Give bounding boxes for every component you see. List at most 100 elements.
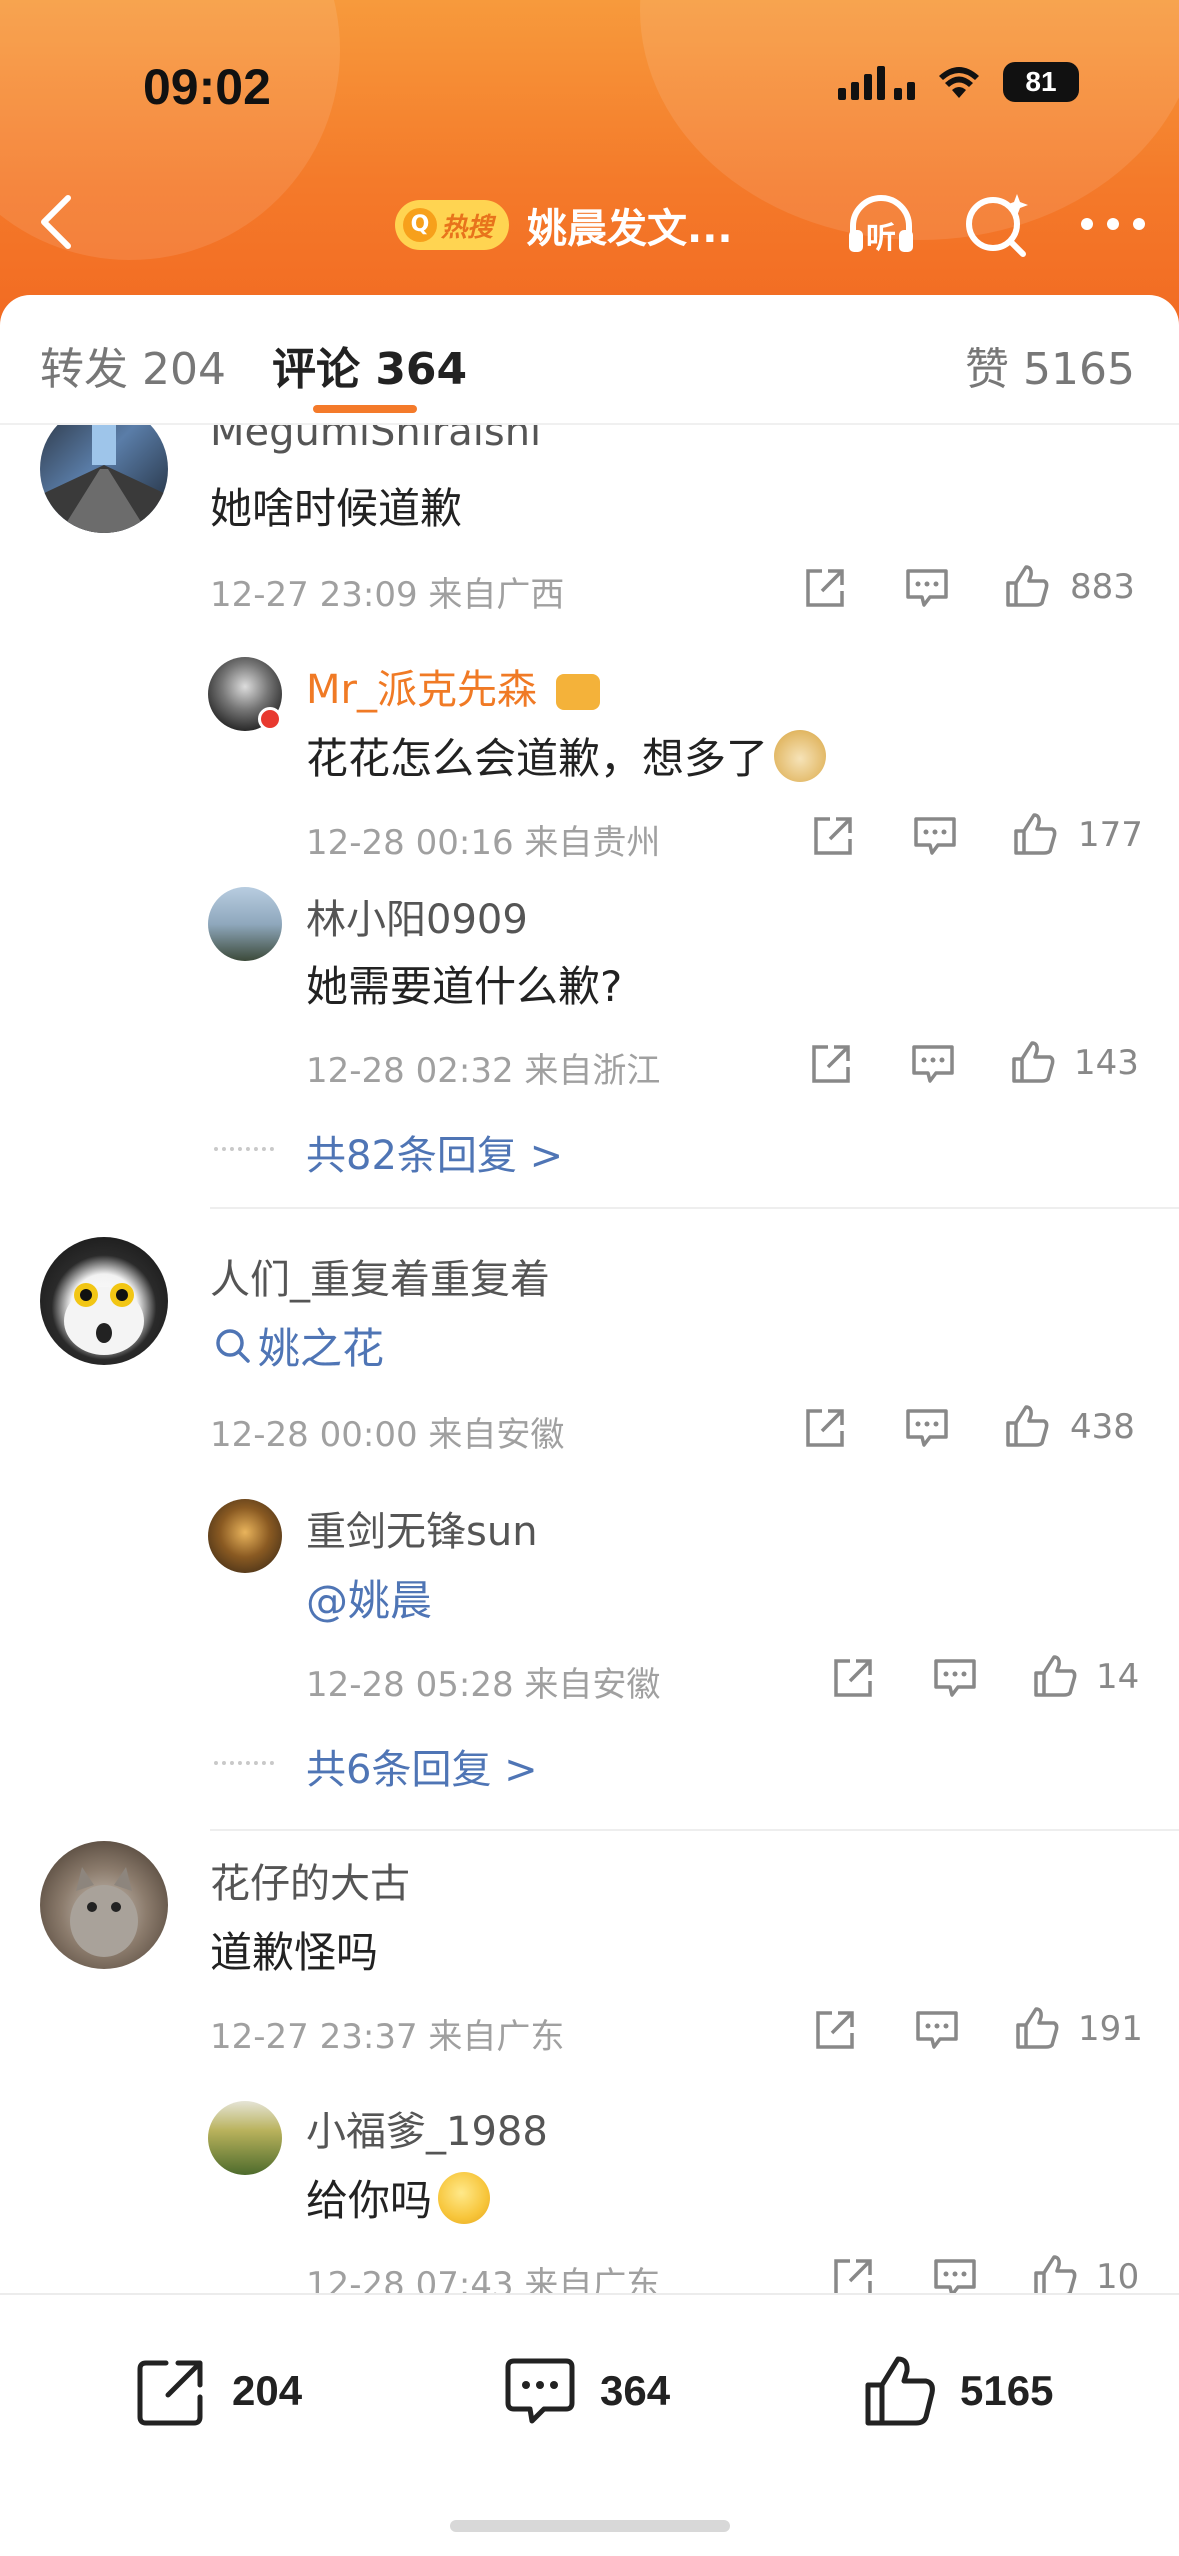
reply-action[interactable]: [910, 1041, 956, 1087]
comment-icon: [934, 2259, 976, 2295]
like-count: 177: [1078, 815, 1143, 855]
back-button[interactable]: [30, 192, 90, 252]
comment-meta: 12-27 23:09 来自广西: [210, 575, 565, 615]
avatar[interactable]: [208, 1499, 282, 1573]
more-replies-link[interactable]: 共6条回复 >: [306, 1737, 538, 1795]
status-time: 09:02: [143, 59, 271, 115]
avatar[interactable]: [208, 2101, 282, 2175]
like-count: 5165: [960, 2367, 1054, 2414]
tab-bar: 转发 204 评论 364 赞 5165: [0, 295, 1179, 425]
tab-comment[interactable]: 评论 364: [272, 333, 467, 397]
avatar[interactable]: [208, 887, 282, 961]
thinking-emoji-icon: [438, 2171, 491, 2224]
repost-action[interactable]: [810, 813, 856, 859]
thumbs-up-icon: [1034, 1655, 1077, 1697]
repost-count: 204: [232, 2367, 303, 2414]
repost-action[interactable]: [802, 565, 848, 611]
like-action[interactable]: [1012, 811, 1058, 857]
listen-button[interactable]: 听: [845, 188, 917, 260]
thumbs-up-icon: [1034, 2255, 1077, 2295]
repost-button[interactable]: 204: [134, 2353, 302, 2429]
like-action[interactable]: [1014, 2005, 1060, 2051]
comment-username[interactable]: 人们_重复着重复着: [210, 1247, 550, 1305]
reply-username[interactable]: 小福爹_1988: [306, 2099, 548, 2157]
like-action[interactable]: [1032, 1653, 1078, 1699]
comment-icon: [934, 1659, 976, 1697]
thumbs-up-icon: [1012, 1041, 1055, 1083]
share-icon: [812, 1045, 850, 1083]
replies-dots: [214, 1761, 274, 1765]
comment-icon: [906, 569, 948, 607]
reply-action[interactable]: [932, 1655, 978, 1701]
share-icon: [814, 817, 852, 855]
thumbs-up-icon: [1006, 565, 1049, 607]
status-icons: 81: [838, 62, 1079, 102]
search-button[interactable]: [961, 188, 1033, 260]
hot-search-badge[interactable]: Q 热搜: [395, 200, 510, 250]
tab-likes[interactable]: 赞 5165: [965, 333, 1135, 397]
home-indicator: [450, 2520, 730, 2532]
repost-action[interactable]: [808, 1041, 854, 1087]
navigation-bar: Q 热搜 姚晨发文... 听: [0, 178, 1179, 268]
comment-username[interactable]: MegumiShiraishi: [210, 425, 541, 455]
avatar[interactable]: [40, 1841, 168, 1969]
title-area[interactable]: Q 热搜 姚晨发文...: [395, 196, 733, 254]
reply-username-text: Mr_派克先森: [306, 667, 537, 713]
like-action[interactable]: [1004, 1403, 1050, 1449]
thumbs-up-icon: [1016, 2007, 1059, 2049]
reply-action[interactable]: [904, 1405, 950, 1451]
page-title: 姚晨发文...: [527, 206, 733, 252]
repost-action[interactable]: [812, 2007, 858, 2053]
comment-icon: [914, 817, 956, 855]
like-count: 191: [1078, 2009, 1143, 2049]
comment-count: 364: [600, 2367, 671, 2414]
hot-badge-label: 热搜: [441, 212, 494, 243]
like-action[interactable]: [1004, 563, 1050, 609]
kitten-avatar-image: [70, 1867, 138, 1957]
like-count: 14: [1096, 1657, 1140, 1697]
like-count: 10: [1096, 2257, 1140, 2295]
reply-action[interactable]: [904, 565, 950, 611]
chevron-left-icon: [41, 195, 71, 249]
repost-action[interactable]: [830, 1655, 876, 1701]
share-icon: [816, 2011, 854, 2049]
reply-username[interactable]: Mr_派克先森: [306, 657, 600, 715]
reply-username[interactable]: 重剑无锋sun: [306, 1499, 538, 1557]
more-replies-link[interactable]: 共82条回复 >: [306, 1123, 563, 1181]
reply-action[interactable]: [912, 813, 958, 859]
avatar[interactable]: [40, 425, 168, 533]
cellular-signal-icon: [838, 64, 915, 100]
mention-link[interactable]: @姚晨: [306, 1567, 432, 1628]
reply-action[interactable]: [932, 2255, 978, 2295]
repost-action[interactable]: [802, 1405, 848, 1451]
comment-list[interactable]: MegumiShiraishi 她啥时候道歉 12-27 23:09 来自广西 …: [0, 425, 1179, 2295]
active-tab-indicator: [313, 405, 417, 413]
crown-icon: [555, 674, 600, 710]
repost-action[interactable]: [830, 2255, 876, 2295]
comment-divider: [210, 1829, 1179, 1831]
reply-meta: 12-28 05:28 来自安徽: [306, 1665, 661, 1705]
like-action[interactable]: [1010, 1039, 1056, 1085]
like-count: 883: [1070, 567, 1135, 607]
bottom-action-bar: 204 364 5165: [0, 2293, 1179, 2556]
reply-username[interactable]: 林小阳0909: [306, 887, 528, 945]
search-icon: [216, 1328, 250, 1363]
avatar[interactable]: [40, 1237, 168, 1365]
tab-repost[interactable]: 转发 204: [40, 333, 226, 397]
comment-username[interactable]: 花仔的大古: [210, 1851, 410, 1909]
cat-avatar-image: [64, 1283, 144, 1355]
top-header: 09:02 81 Q 热搜 姚晨发文... 听: [0, 0, 1179, 330]
comment-text: 她啥时候道歉: [210, 484, 463, 533]
thumbs-up-icon: [865, 2356, 935, 2426]
comment-text: 道歉怪吗: [210, 1928, 379, 1977]
comment-button[interactable]: 364: [502, 2353, 670, 2429]
more-button[interactable]: [1077, 188, 1149, 260]
like-button[interactable]: 5165: [862, 2353, 1053, 2429]
vip-badge-icon: [258, 707, 282, 731]
topic-link[interactable]: 姚之花: [214, 1315, 384, 1376]
like-action[interactable]: [1032, 2253, 1078, 2295]
comment-meta: 12-28 00:00 来自安徽: [210, 1415, 565, 1455]
replies-dots: [214, 1147, 274, 1151]
reply-action[interactable]: [914, 2007, 960, 2053]
reply-text: 给你吗: [306, 2167, 491, 2228]
